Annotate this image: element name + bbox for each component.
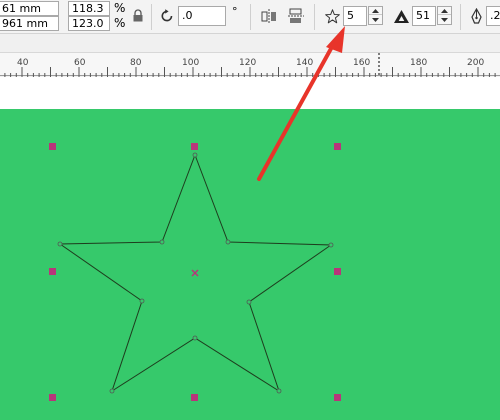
ruler-label: 180: [410, 58, 428, 68]
spin-down-button[interactable]: [369, 16, 382, 24]
separator: [250, 4, 251, 30]
star-sharpness-label: [392, 6, 410, 26]
object-width-field[interactable]: 61 mm: [0, 1, 59, 16]
ruler-label: 140: [296, 58, 314, 68]
outline-width-label: [468, 6, 484, 26]
green-page-background[interactable]: [0, 109, 500, 420]
object-height-field[interactable]: 961 mm: [0, 16, 59, 31]
ruler-label: 160: [353, 58, 371, 68]
mirror-horizontal-icon: [261, 9, 276, 23]
scale-x-field[interactable]: 118.3: [68, 1, 110, 16]
star-points-spinner[interactable]: [368, 6, 383, 25]
pen-nib-icon: [470, 8, 482, 24]
page-margin-area: [0, 77, 500, 109]
ruler-label: 120: [239, 58, 257, 68]
star-points-field[interactable]: 5: [343, 6, 367, 26]
triangle-down-icon: [372, 18, 379, 22]
outline-width-field[interactable]: .2: [486, 6, 500, 26]
separator: [151, 4, 152, 30]
separator: [460, 4, 461, 30]
scale-y-percent-label: %: [114, 16, 126, 30]
selection-handle-top-right[interactable]: [334, 143, 341, 150]
selection-handle-middle-left[interactable]: [49, 268, 56, 275]
selection-handle-top-left[interactable]: [49, 143, 56, 150]
star-sharpness-spinner[interactable]: [437, 6, 452, 25]
horizontal-ruler[interactable]: 40 60 80 100 120 140 160 180 200: [0, 52, 500, 77]
ruler-label: 100: [182, 58, 200, 68]
ruler-label: 40: [17, 58, 29, 68]
ruler-label: 200: [467, 58, 485, 68]
ruler-label: 80: [130, 58, 142, 68]
rotation-angle-field[interactable]: .0: [178, 6, 226, 26]
selection-handle-bottom-right[interactable]: [334, 394, 341, 401]
sharpness-icon: [393, 9, 409, 23]
spin-up-button[interactable]: [438, 7, 451, 15]
selection-handle-bottom-center[interactable]: [191, 394, 198, 401]
rotate-icon: [161, 9, 173, 22]
degree-unit-label: °: [232, 5, 238, 18]
scale-y-field[interactable]: 123.0: [68, 16, 110, 31]
mirror-vertical-button[interactable]: [286, 6, 306, 26]
triangle-up-icon: [441, 8, 448, 13]
property-bar: 61 mm 961 mm 118.3 123.0 % % .0 ° 5 51 .…: [0, 0, 500, 34]
separator: [314, 4, 315, 30]
lock-ratio-button[interactable]: [130, 7, 146, 23]
selection-handle-top-center[interactable]: [191, 143, 198, 150]
star-points-label: [323, 6, 341, 26]
ruler-label: 60: [74, 58, 86, 68]
spin-up-button[interactable]: [369, 7, 382, 15]
star-sharpness-field[interactable]: 51: [412, 6, 436, 26]
scale-x-percent-label: %: [114, 1, 126, 15]
selection-handle-middle-right[interactable]: [334, 268, 341, 275]
mirror-vertical-icon: [288, 8, 304, 23]
triangle-up-icon: [372, 8, 379, 13]
rotation-angle-label: [158, 7, 176, 25]
lock-icon: [133, 8, 143, 21]
selection-handle-bottom-left[interactable]: [49, 394, 56, 401]
star-icon: [324, 8, 340, 23]
triangle-down-icon: [441, 18, 448, 22]
spin-down-button[interactable]: [438, 16, 451, 24]
mirror-horizontal-button[interactable]: [259, 6, 279, 26]
